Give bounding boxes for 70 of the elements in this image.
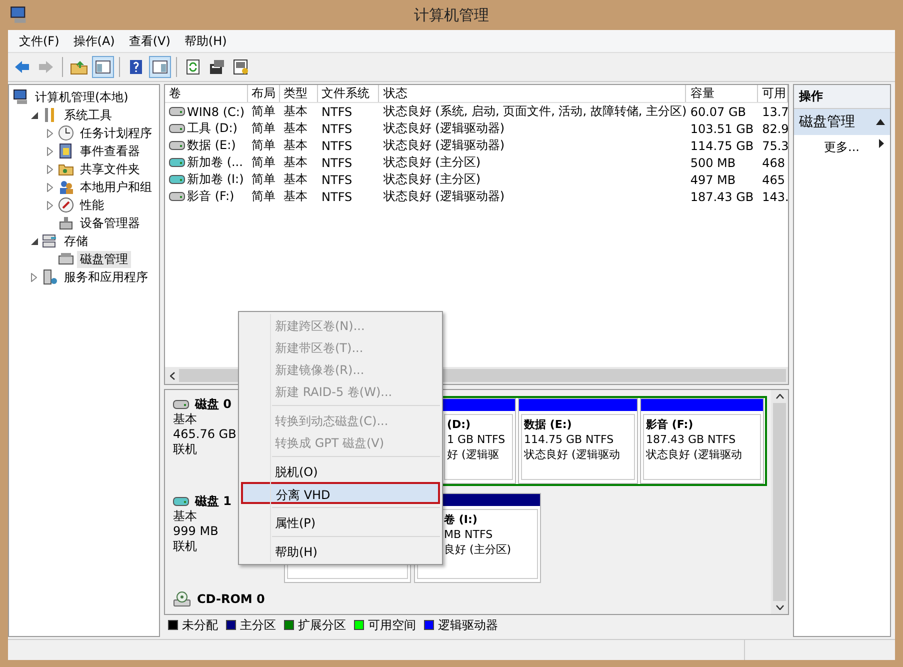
table-cell: 简单: [252, 154, 276, 171]
table-cell: NTFS: [322, 172, 352, 186]
table-cell: 简单: [252, 120, 276, 137]
table-cell: 468: [762, 156, 785, 170]
table-cell: 状态良好 (逻辑驱动器): [383, 120, 505, 137]
table-cell: 状态良好 (主分区): [383, 154, 481, 171]
disk-detail: 基本: [173, 509, 198, 524]
table-cell: 500 MB: [690, 156, 736, 170]
table-cell: 114.75 GB: [690, 138, 754, 152]
table-cell: 新加卷 (...: [187, 154, 243, 171]
table-cell: 状态良好 (逻辑驱动器): [383, 188, 505, 205]
table-cell: 简单: [252, 103, 276, 120]
disk-name: CD-ROM 0: [197, 592, 265, 606]
table-cell: 新加卷 (I:): [187, 171, 244, 188]
table-cell: 简单: [252, 137, 276, 154]
table-cell: 82.9: [762, 122, 788, 136]
table-cell: 基本: [284, 154, 308, 171]
table-cell: 143.: [762, 190, 788, 204]
legend-label: 逻辑驱动器: [438, 616, 498, 634]
table-cell: 简单: [252, 188, 276, 205]
partition-name: (D:): [447, 417, 472, 432]
window-title: 计算机管理: [414, 6, 489, 24]
disk-name: 磁盘 0: [195, 397, 232, 412]
table-cell: 60.07 GB: [690, 104, 746, 118]
partition-name: 数据 (E:): [524, 417, 573, 432]
table-cell: 状态良好 (逻辑驱动器): [383, 137, 505, 154]
table-cell: WIN8 (C:): [187, 104, 245, 118]
table-cell: 状态良好 (系统, 启动, 页面文件, 活动, 故障转储, 主分区): [383, 103, 686, 120]
table-cell: NTFS: [322, 104, 352, 118]
legend-label: 可用空间: [368, 616, 416, 634]
legend-label: 扩展分区: [298, 616, 346, 634]
disk-detail: 999 MB: [173, 524, 220, 539]
actions-header: 操作: [794, 85, 890, 109]
partition-size: 187.43 GB NTFS: [646, 432, 737, 447]
disk-detail: 联机: [173, 539, 198, 554]
table-cell: 基本: [284, 137, 308, 154]
table-cell: 103.51 GB: [690, 122, 754, 136]
legend-label: 未分配: [182, 616, 218, 634]
table-cell: NTFS: [322, 122, 352, 136]
partition-status: 好 (逻辑驱: [447, 447, 500, 462]
table-cell: 465: [762, 172, 785, 186]
table-cell: 187.43 GB: [690, 190, 754, 204]
disk-name: 磁盘 1: [195, 494, 232, 509]
partition-status: 状态良好 (逻辑驱动: [646, 447, 743, 462]
table-cell: NTFS: [322, 190, 352, 204]
table-cell: 497 MB: [690, 172, 736, 186]
partition-size: 114.75 GB NTFS: [524, 432, 615, 447]
partition-size: 1 GB NTFS: [447, 432, 506, 447]
table-cell: 13.7: [762, 104, 788, 118]
table-cell: 75.3: [762, 138, 788, 152]
partition-name: 卷 (I:): [444, 512, 478, 527]
table-cell: NTFS: [322, 138, 352, 152]
disk-detail: 465.76 GB: [173, 427, 238, 442]
partition-name: 影音 (F:): [646, 417, 694, 432]
disk-detail: 基本: [173, 412, 198, 427]
table-cell: 基本: [284, 103, 308, 120]
partition-status: 状态良好 (逻辑驱动: [524, 447, 621, 462]
table-cell: 状态良好 (主分区): [383, 171, 481, 188]
table-cell: 基本: [284, 171, 308, 188]
partition-size: MB NTFS: [444, 527, 494, 542]
table-cell: 影音 (F:): [187, 188, 234, 205]
table-cell: 数据 (E:): [187, 137, 236, 154]
table-cell: 简单: [252, 171, 276, 188]
table-cell: 基本: [284, 120, 308, 137]
table-cell: 基本: [284, 188, 308, 205]
partition-status: 良好 (主分区): [444, 542, 512, 557]
legend-label: 主分区: [240, 616, 276, 634]
disk-detail: 联机: [173, 442, 198, 457]
table-cell: 工具 (D:): [187, 120, 238, 137]
table-cell: NTFS: [322, 156, 352, 170]
